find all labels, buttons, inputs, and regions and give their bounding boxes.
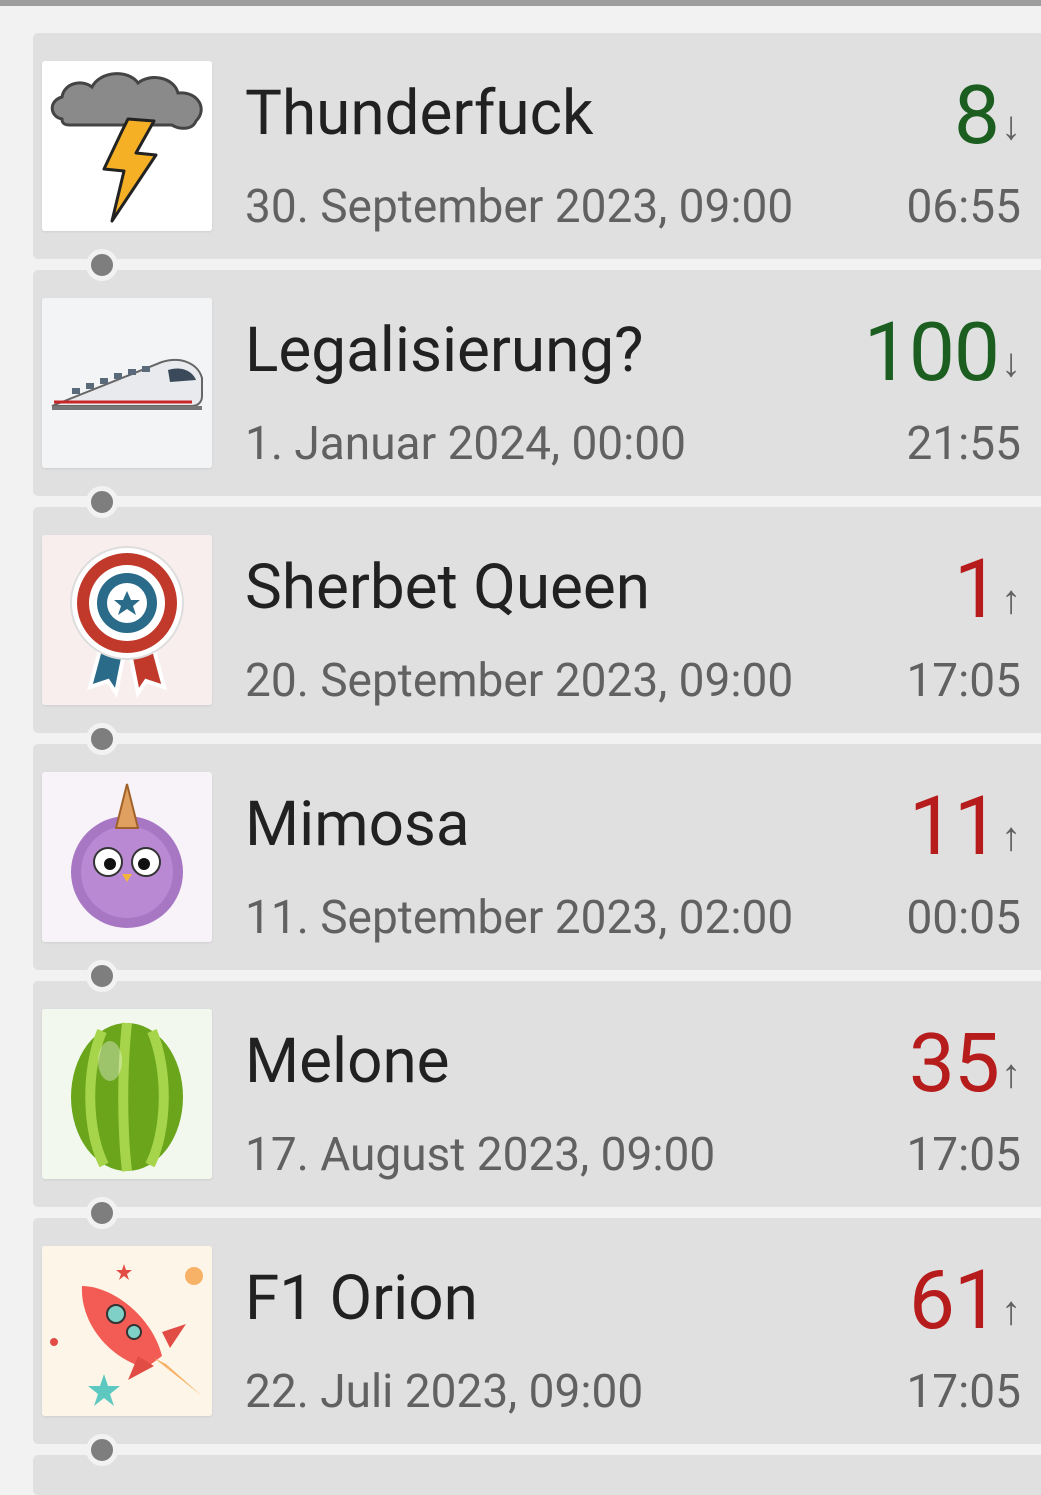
- value-number: 8: [953, 68, 1000, 164]
- rocket-icon: [42, 1246, 212, 1416]
- timeline-dot: [86, 960, 118, 992]
- value-number: 61: [908, 1253, 1000, 1349]
- arrow-up-icon: ↑: [1001, 813, 1021, 860]
- value-number: 100: [863, 305, 1000, 401]
- item-time: 17:05: [906, 1365, 1021, 1419]
- high-speed-train-icon: [42, 298, 212, 468]
- list-item-legalisierung[interactable]: Legalisierung? 1. Januar 2024, 00:00 100…: [33, 270, 1041, 496]
- thunderstorm-cloud-icon: [42, 61, 212, 231]
- item-time: 17:05: [906, 1128, 1021, 1182]
- timeline-dot: [86, 249, 118, 281]
- item-name: Melone: [245, 1025, 450, 1098]
- purple-fluffy-monster-icon: [42, 772, 212, 942]
- item-date: 20. September 2023, 09:00: [245, 654, 794, 708]
- item-value: 1 ↑: [954, 545, 1021, 635]
- timeline-dot: [86, 1197, 118, 1229]
- value-number: 11: [908, 779, 1000, 875]
- item-date: 1. Januar 2024, 00:00: [245, 417, 686, 471]
- arrow-up-icon: ↑: [1001, 1050, 1021, 1097]
- item-value: 35 ↑: [909, 1019, 1021, 1109]
- arrow-down-icon: ↓: [1001, 339, 1021, 386]
- green-melon-egg-icon: [42, 1009, 212, 1179]
- list-item-mimosa[interactable]: Mimosa 11. September 2023, 02:00 11 ↑ 00…: [33, 744, 1041, 970]
- item-name: Sherbet Queen: [245, 551, 651, 624]
- list-item-f1-orion[interactable]: F1 Orion 22. Juli 2023, 09:00 61 ↑ 17:05: [33, 1218, 1041, 1444]
- item-time: 06:55: [906, 180, 1021, 234]
- top-divider: [0, 0, 1041, 6]
- item-time: 00:05: [906, 891, 1021, 945]
- value-number: 1: [953, 542, 1000, 638]
- item-value: 61 ↑: [909, 1256, 1021, 1346]
- item-time: 21:55: [906, 417, 1021, 471]
- item-time: 17:05: [906, 654, 1021, 708]
- timeline-dot: [86, 486, 118, 518]
- timeline-dot: [86, 723, 118, 755]
- value-number: 35: [908, 1016, 1000, 1112]
- item-value: 100 ↓: [864, 308, 1021, 398]
- item-name: Legalisierung?: [245, 314, 644, 387]
- item-name: F1 Orion: [245, 1262, 478, 1335]
- item-name: Thunderfuck: [245, 77, 594, 150]
- arrow-up-icon: ↑: [1001, 576, 1021, 623]
- arrow-up-icon: ↑: [1001, 1287, 1021, 1334]
- list-item-melone[interactable]: Melone 17. August 2023, 09:00 35 ↑ 17:05: [33, 981, 1041, 1207]
- item-date: 11. September 2023, 02:00: [245, 891, 794, 945]
- award-rosette-icon: [42, 535, 212, 705]
- item-name: Mimosa: [245, 788, 470, 861]
- arrow-down-icon: ↓: [1001, 102, 1021, 149]
- item-date: 17. August 2023, 09:00: [245, 1128, 716, 1182]
- list-item-partial[interactable]: [33, 1455, 1041, 1495]
- timeline-dot: [86, 1434, 118, 1466]
- item-date: 30. September 2023, 09:00: [245, 180, 794, 234]
- item-value: 11 ↑: [909, 782, 1021, 872]
- list-item-sherbet-queen[interactable]: Sherbet Queen 20. September 2023, 09:00 …: [33, 507, 1041, 733]
- list-item-thunderfuck[interactable]: Thunderfuck 30. September 2023, 09:00 8 …: [33, 33, 1041, 259]
- item-date: 22. Juli 2023, 09:00: [245, 1365, 644, 1419]
- item-value: 8 ↓: [954, 71, 1021, 161]
